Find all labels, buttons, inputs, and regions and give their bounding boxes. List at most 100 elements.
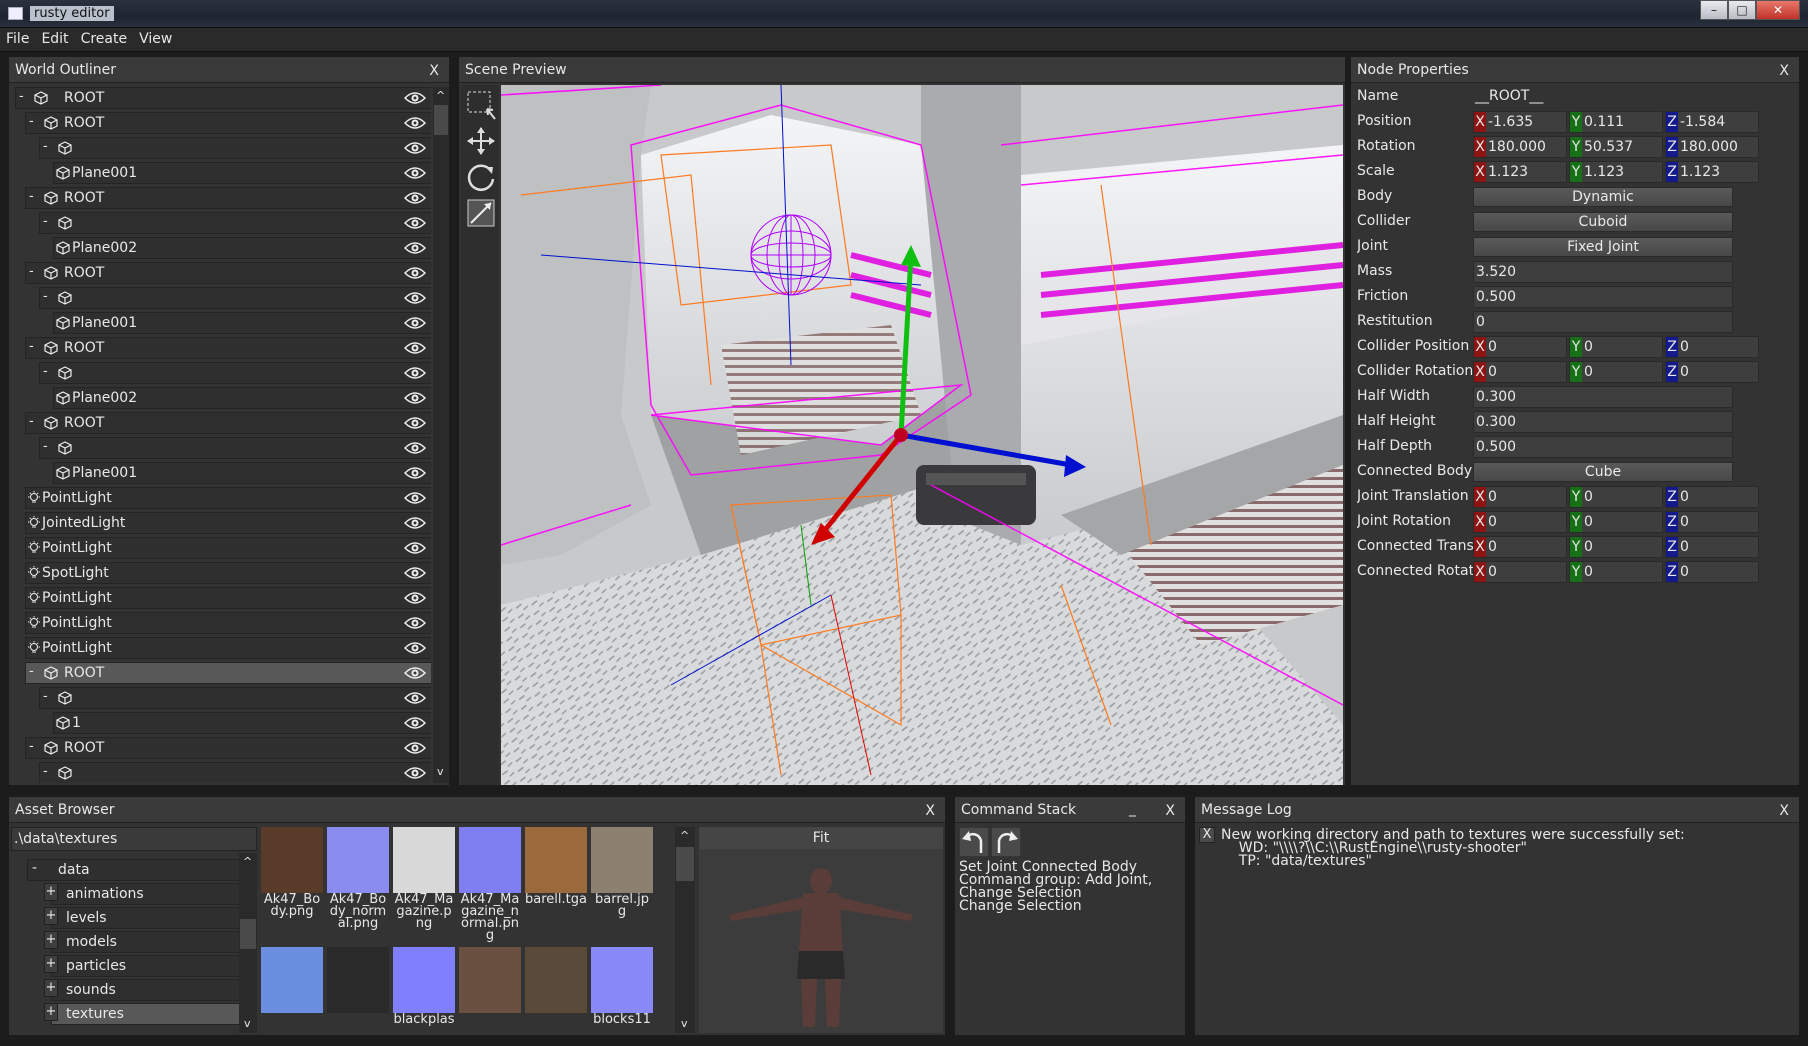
tree-toggle[interactable]: - [29, 112, 42, 132]
menu-view[interactable]: View [133, 28, 178, 50]
eye-icon[interactable] [403, 341, 427, 355]
tree-scrollbar[interactable]: ^ v [239, 853, 257, 1033]
asset-tile[interactable]: Ak47_Body_normal.png [327, 827, 389, 945]
outliner-row[interactable]: 1 [53, 712, 431, 734]
outliner-row[interactable]: - ROOT [25, 337, 431, 359]
tree-toggle[interactable]: - [43, 212, 56, 232]
outliner-row[interactable]: - [39, 212, 431, 234]
asset-tile[interactable] [525, 947, 587, 1035]
joint-selector[interactable]: Fixed Joint [1473, 237, 1733, 257]
command-entry[interactable]: Change Selection [959, 899, 1183, 913]
tree-root-data[interactable]: - data [27, 859, 247, 881]
scroll-down-arrow[interactable]: v [681, 1017, 688, 1030]
asset-tile[interactable]: barrel.jpg [591, 827, 653, 945]
tree-toggle[interactable]: + [44, 955, 58, 973]
outliner-row[interactable]: - [39, 362, 431, 384]
outliner-row[interactable]: - ROOT [15, 87, 431, 109]
close-outliner-button[interactable]: X [429, 63, 439, 79]
tree-toggle[interactable]: - [43, 287, 56, 307]
outliner-row[interactable]: - [39, 687, 431, 709]
eye-icon[interactable] [403, 441, 427, 455]
outliner-row[interactable]: - ROOT [25, 187, 431, 209]
eye-icon[interactable] [403, 766, 427, 780]
outliner-row[interactable]: - ROOT [25, 262, 431, 284]
connected-rotation-z-field[interactable]: Z0 [1665, 561, 1759, 583]
eye-icon[interactable] [403, 641, 427, 655]
connected-translation-z-field[interactable]: Z0 [1665, 536, 1759, 558]
outliner-row[interactable]: Plane002 [53, 237, 431, 259]
eye-icon[interactable] [403, 516, 427, 530]
tree-toggle[interactable]: - [43, 437, 56, 457]
tree-toggle[interactable]: - [43, 137, 56, 157]
close-properties-button[interactable]: X [1779, 63, 1789, 79]
tree-toggle[interactable]: + [44, 883, 58, 901]
collider-position-y-field[interactable]: Y0 [1569, 336, 1663, 358]
close-message-log-button[interactable]: X [1779, 803, 1789, 819]
joint-translation-z-field[interactable]: Z0 [1665, 486, 1759, 508]
eye-icon[interactable] [403, 266, 427, 280]
tree-toggle[interactable]: - [43, 762, 56, 782]
outliner-row[interactable]: Plane001 [53, 462, 431, 484]
scene-viewport[interactable] [501, 85, 1343, 785]
outliner-row[interactable]: SpotLight [25, 562, 431, 584]
joint-translation-x-field[interactable]: X0 [1473, 486, 1567, 508]
tree-toggle[interactable]: - [29, 737, 42, 757]
half-height-field[interactable]: 0.300 [1473, 411, 1733, 433]
collider-selector[interactable]: Cuboid [1473, 212, 1733, 232]
position-x-field[interactable]: X -1.635 [1473, 111, 1567, 133]
asset-tile[interactable]: blackplas [393, 947, 455, 1035]
asset-scrollbar[interactable]: ^ v [675, 827, 695, 1033]
asset-tile[interactable]: Ak47_Body.png [261, 827, 323, 945]
joint-translation-y-field[interactable]: Y0 [1569, 486, 1663, 508]
rotate-tool-icon[interactable] [465, 161, 497, 193]
menu-edit[interactable]: Edit [35, 28, 74, 50]
folder-item[interactable]: + textures [44, 1003, 247, 1025]
tree-toggle[interactable]: - [32, 858, 37, 878]
outliner-row[interactable]: - ROOT [25, 737, 431, 759]
rotation-x-field[interactable]: X 180.000 [1473, 136, 1567, 158]
joint-rotation-x-field[interactable]: X0 [1473, 511, 1567, 533]
asset-tile[interactable]: barell.tga [525, 827, 587, 945]
joint-rotation-y-field[interactable]: Y0 [1569, 511, 1663, 533]
eye-icon[interactable] [403, 591, 427, 605]
joint-rotation-z-field[interactable]: Z0 [1665, 511, 1759, 533]
tree-toggle[interactable]: - [43, 362, 56, 382]
connected-rotation-x-field[interactable]: X0 [1473, 561, 1567, 583]
connected-body-selector[interactable]: Cube [1473, 462, 1733, 482]
eye-icon[interactable] [403, 616, 427, 630]
scroll-thumb[interactable] [240, 919, 256, 949]
eye-icon[interactable] [403, 566, 427, 580]
restitution-field[interactable]: 0 [1473, 311, 1733, 333]
eye-icon[interactable] [403, 316, 427, 330]
move-tool-icon[interactable] [465, 125, 497, 157]
eye-icon[interactable] [403, 166, 427, 180]
position-z-field[interactable]: Z -1.584 [1665, 111, 1759, 133]
maximize-button[interactable]: □ [1728, 0, 1756, 20]
outliner-row[interactable]: - [39, 762, 431, 783]
connected-translation-x-field[interactable]: X0 [1473, 536, 1567, 558]
close-window-button[interactable]: ✕ [1756, 0, 1800, 20]
outliner-row[interactable]: PointLight [25, 587, 431, 609]
outliner-row[interactable]: Plane002 [53, 387, 431, 409]
eye-icon[interactable] [403, 741, 427, 755]
tree-toggle[interactable]: + [44, 907, 58, 925]
outliner-row[interactable]: PointLight [25, 637, 431, 659]
asset-tile[interactable] [459, 947, 521, 1035]
eye-icon[interactable] [403, 666, 427, 680]
rotation-y-field[interactable]: Y 50.537 [1569, 136, 1663, 158]
tree-toggle[interactable]: - [29, 262, 42, 282]
eye-icon[interactable] [403, 366, 427, 380]
eye-icon[interactable] [403, 466, 427, 480]
collider-rotation-y-field[interactable]: Y0 [1569, 361, 1663, 383]
collider-rotation-z-field[interactable]: Z0 [1665, 361, 1759, 383]
eye-icon[interactable] [403, 716, 427, 730]
eye-icon[interactable] [403, 91, 427, 105]
connected-rotation-y-field[interactable]: Y0 [1569, 561, 1663, 583]
position-y-field[interactable]: Y 0.111 [1569, 111, 1663, 133]
outliner-row[interactable]: - ROOT [25, 112, 431, 134]
collider-rotation-x-field[interactable]: X0 [1473, 361, 1567, 383]
outliner-row[interactable]: Plane001 [53, 312, 431, 334]
tree-toggle[interactable]: - [29, 187, 42, 207]
outliner-row[interactable]: PointLight [25, 537, 431, 559]
outliner-row[interactable]: PointLight [25, 612, 431, 634]
